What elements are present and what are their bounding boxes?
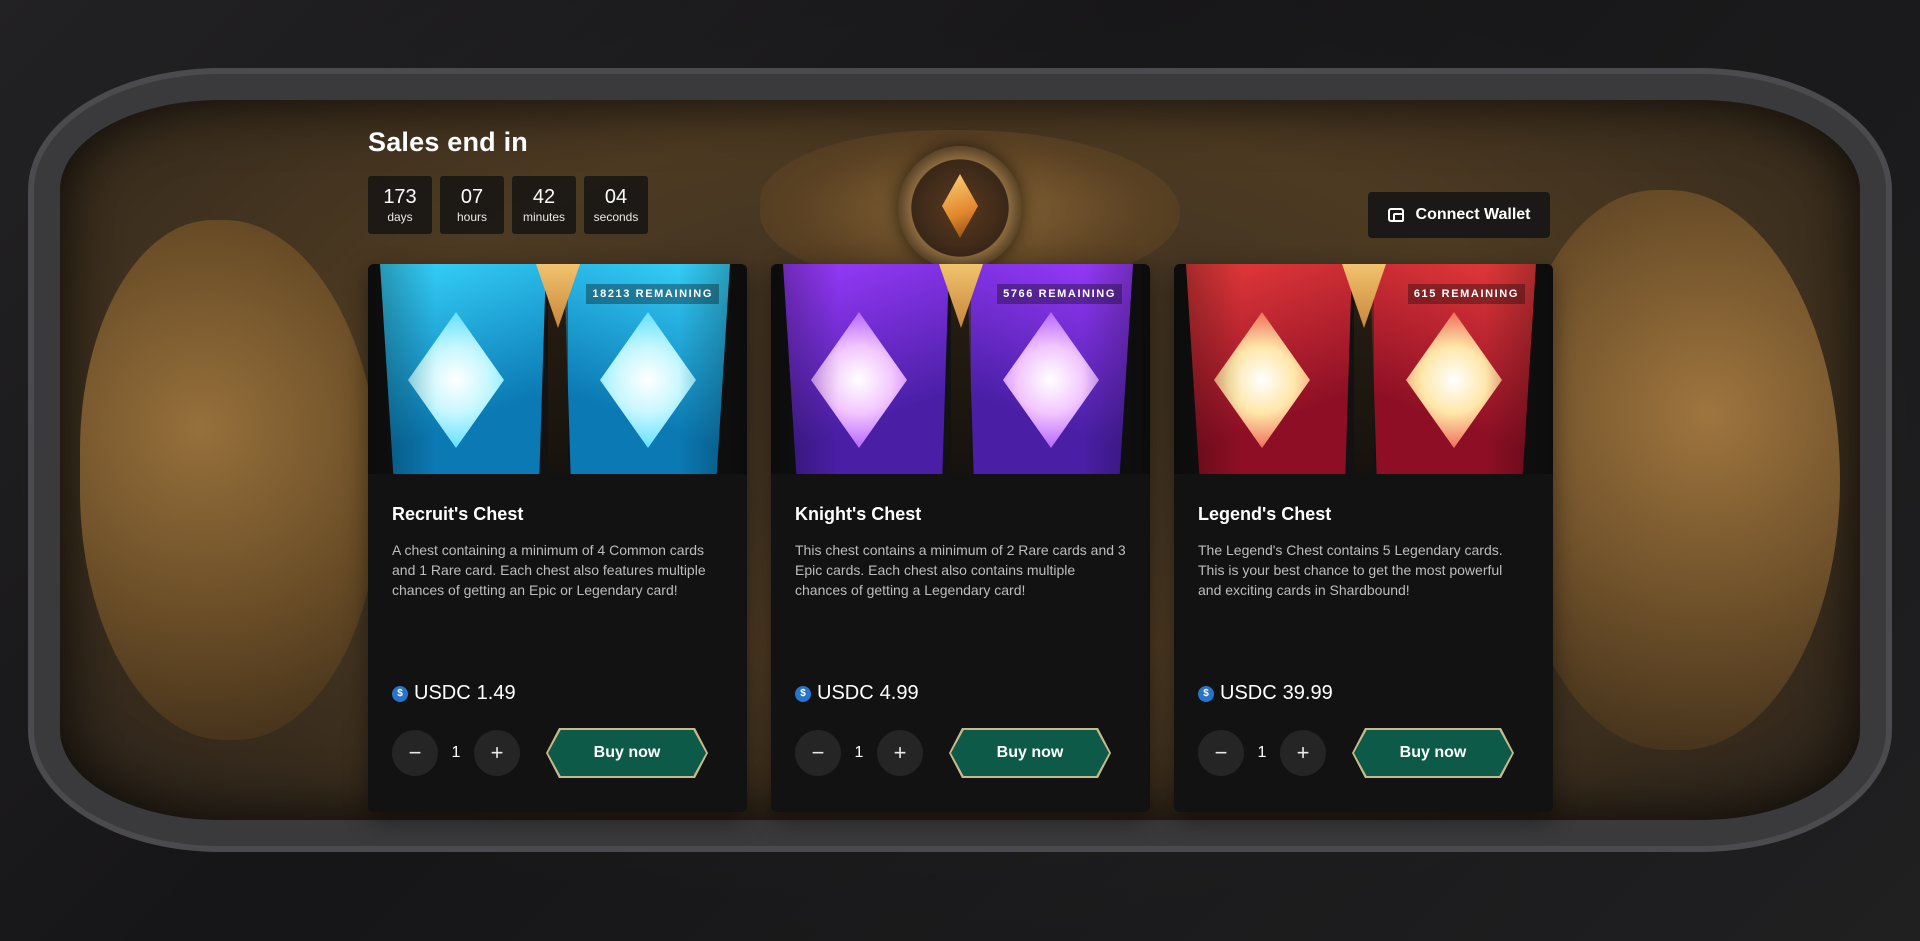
countdown-minutes-label: minutes xyxy=(522,210,566,224)
countdown-days-label: days xyxy=(387,210,413,224)
price-currency: USDC xyxy=(1220,682,1277,704)
countdown-seconds-value: 04 xyxy=(604,186,628,208)
price-currency: USDC xyxy=(414,682,471,704)
chest-card-recruit: 18213 REMAINING Recruit's Chest A chest … xyxy=(368,264,747,812)
chest-artwork: 18213 REMAINING xyxy=(368,264,747,474)
chest-cards: 18213 REMAINING Recruit's Chest A chest … xyxy=(368,264,1553,812)
countdown-seconds: 04 seconds xyxy=(584,176,648,234)
countdown-hours-label: hours xyxy=(456,210,488,224)
decrement-button[interactable]: − xyxy=(1198,730,1244,776)
sale-timer-title: Sales end in xyxy=(368,127,528,157)
countdown-hours: 07 hours xyxy=(440,176,504,234)
decrement-button[interactable]: − xyxy=(795,730,841,776)
price-value: 39.99 xyxy=(1282,682,1333,704)
usdc-coin-icon: $ xyxy=(392,685,408,702)
usdc-coin-icon: $ xyxy=(795,685,811,702)
increment-button[interactable]: + xyxy=(1280,730,1326,776)
price: $ USDC 4.99 xyxy=(795,682,919,705)
right-statue-artwork xyxy=(1510,190,1840,750)
quantity-stepper: − 1 + xyxy=(392,730,520,776)
quantity-stepper: − 1 + xyxy=(795,730,923,776)
price: $ USDC 1.49 xyxy=(392,682,516,705)
countdown-hours-value: 07 xyxy=(460,186,484,208)
buy-now-button[interactable]: Buy now xyxy=(951,730,1109,776)
left-statue-artwork xyxy=(80,220,380,740)
quantity-value: 1 xyxy=(451,744,461,761)
countdown-days-value: 173 xyxy=(383,186,417,208)
buy-now-button[interactable]: Buy now xyxy=(1354,730,1512,776)
quantity-stepper: − 1 + xyxy=(1198,730,1326,776)
decrement-button[interactable]: − xyxy=(392,730,438,776)
countdown-minutes-value: 42 xyxy=(532,186,556,208)
chest-title: Legend's Chest xyxy=(1198,504,1332,524)
shard-emblem-icon xyxy=(898,146,1022,270)
emblem-gem-icon xyxy=(942,174,978,238)
chest-artwork: 5766 REMAINING xyxy=(771,264,1150,474)
connect-wallet-label: Connect Wallet xyxy=(1415,206,1531,223)
chest-artwork: 615 REMAINING xyxy=(1174,264,1553,474)
remaining-badge: 5766 REMAINING xyxy=(997,284,1122,304)
price: $ USDC 39.99 xyxy=(1198,682,1333,705)
chest-title: Knight's Chest xyxy=(795,504,922,524)
increment-button[interactable]: + xyxy=(877,730,923,776)
buy-now-button[interactable]: Buy now xyxy=(548,730,706,776)
countdown-minutes: 42 minutes xyxy=(512,176,576,234)
quantity-value: 1 xyxy=(854,744,864,761)
usdc-coin-icon: $ xyxy=(1198,685,1214,702)
quantity-value: 1 xyxy=(1257,744,1267,761)
remaining-badge: 615 REMAINING xyxy=(1407,284,1525,304)
chest-card-legend: 615 REMAINING Legend's Chest The Legend'… xyxy=(1174,264,1553,812)
chest-description: The Legend's Chest contains 5 Legendary … xyxy=(1198,542,1503,598)
price-value: 1.49 xyxy=(476,682,516,704)
chest-title: Recruit's Chest xyxy=(392,504,524,524)
sale-countdown: 173 days 07 hours 42 minutes 04 seconds xyxy=(368,176,648,234)
remaining-badge: 18213 REMAINING xyxy=(586,284,719,304)
price-currency: USDC xyxy=(817,682,874,704)
countdown-seconds-label: seconds xyxy=(593,210,639,224)
price-value: 4.99 xyxy=(879,682,919,704)
connect-wallet-button[interactable]: Connect Wallet xyxy=(1368,192,1550,238)
countdown-days: 173 days xyxy=(368,176,432,234)
increment-button[interactable]: + xyxy=(474,730,520,776)
chest-description: A chest containing a minimum of 4 Common… xyxy=(392,542,706,598)
wallet-icon xyxy=(1387,208,1404,222)
chest-card-knight: 5766 REMAINING Knight's Chest This chest… xyxy=(771,264,1150,812)
chest-description: This chest contains a minimum of 2 Rare … xyxy=(795,542,1126,598)
